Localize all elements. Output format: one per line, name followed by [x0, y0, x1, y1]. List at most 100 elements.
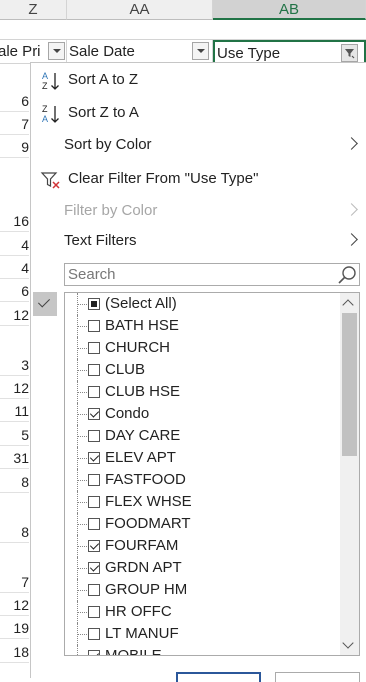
table-header-sale-price[interactable]: ale Pri — [0, 40, 67, 64]
list-item-label: MOBILE — [105, 647, 162, 656]
header-label-sale-date: Sale Date — [69, 43, 135, 60]
scrollbar-thumb[interactable] — [342, 313, 357, 456]
list-item-label: CHURCH — [105, 339, 170, 356]
list-item-label: GROUP HM — [105, 581, 188, 598]
list-item-label: FASTFOOD — [105, 471, 186, 488]
tree-connector — [77, 315, 88, 337]
column-header-z[interactable]: Z — [0, 0, 67, 20]
table-header-use-type[interactable]: Use Type — [213, 40, 366, 64]
checkbox[interactable] — [88, 408, 100, 420]
tree-connector — [77, 491, 88, 513]
list-item[interactable]: MOBILE — [65, 645, 335, 656]
checkbox[interactable] — [88, 650, 100, 655]
list-item[interactable]: (Select All) — [65, 293, 335, 315]
list-item[interactable]: HR OFFC — [65, 601, 335, 623]
checkbox[interactable] — [88, 430, 100, 442]
list-item[interactable]: Condo — [65, 403, 335, 425]
search-input[interactable]: Search — [68, 266, 116, 283]
list-item[interactable]: GROUP HM — [65, 579, 335, 601]
sheet-cell[interactable]: 4 — [0, 234, 29, 256]
scroll-up-icon[interactable] — [342, 299, 354, 311]
tree-connector — [77, 645, 88, 655]
list-item-label: LT MANUF — [105, 625, 179, 642]
list-item[interactable]: LT MANUF — [65, 623, 335, 645]
checkbox[interactable] — [88, 474, 100, 486]
text-filters-item[interactable]: Text Filters — [34, 225, 364, 257]
list-item[interactable]: FOURFAM — [65, 535, 335, 557]
sheet-cell[interactable]: 3 — [0, 354, 29, 376]
clear-filter-item[interactable]: Clear Filter From "Use Type" — [34, 163, 364, 195]
checkbox[interactable] — [88, 298, 100, 310]
sort-by-color-item[interactable]: Sort by Color — [34, 129, 364, 161]
sheet-cell[interactable]: 18 — [0, 641, 29, 663]
checkbox[interactable] — [88, 584, 100, 596]
filter-active-icon[interactable] — [341, 44, 358, 62]
tree-connector — [77, 359, 88, 381]
sheet-cell[interactable]: 12 — [0, 304, 29, 326]
svg-text:Z: Z — [42, 81, 48, 91]
list-item[interactable]: FOODMART — [65, 513, 335, 535]
sheet-cell[interactable]: 8 — [0, 521, 29, 543]
list-item[interactable]: FLEX WHSE — [65, 491, 335, 513]
chevron-right-icon — [345, 233, 358, 246]
search-box[interactable]: Search — [64, 263, 360, 286]
tree-connector — [77, 557, 88, 579]
sheet-cell[interactable]: 6 — [0, 90, 29, 112]
filter-dropdown-button[interactable] — [48, 42, 65, 60]
checkbox[interactable] — [88, 364, 100, 376]
clear-filter-label: Clear Filter From "Use Type" — [68, 170, 259, 187]
list-item-label: FOURFAM — [105, 537, 179, 554]
list-item-label: CLUB HSE — [105, 383, 181, 400]
sheet-cell[interactable]: 5 — [0, 424, 29, 446]
checkbox[interactable] — [88, 452, 100, 464]
list-item[interactable]: CLUB HSE — [65, 381, 335, 403]
checkbox[interactable] — [88, 628, 100, 640]
sheet-cell[interactable]: 19 — [0, 617, 29, 639]
sort-a-to-z-item[interactable]: A Z Sort A to Z — [34, 64, 364, 96]
list-item-label: ELEV APT — [105, 449, 176, 466]
sheet-cell[interactable]: 12 — [0, 377, 29, 399]
sheet-cell[interactable]: 12 — [0, 594, 29, 616]
list-item[interactable]: BATH HSE — [65, 315, 335, 337]
table-header-sale-date[interactable]: Sale Date — [67, 40, 213, 64]
checkbox[interactable] — [88, 562, 100, 574]
list-item[interactable]: DAY CARE — [65, 425, 335, 447]
sheet-cell[interactable]: 31 — [0, 447, 29, 469]
sheet-cell[interactable]: 9 — [0, 136, 29, 158]
chevron-right-icon — [345, 203, 358, 216]
checkbox[interactable] — [88, 606, 100, 618]
tree-connector — [77, 623, 88, 645]
list-item[interactable]: ELEV APT — [65, 447, 335, 469]
ok-button[interactable] — [176, 672, 261, 682]
sheet-cell[interactable]: 4 — [0, 257, 29, 279]
sheet-cell[interactable]: 7 — [0, 571, 29, 593]
list-item[interactable]: GRDN APT — [65, 557, 335, 579]
cancel-button[interactable] — [275, 672, 360, 682]
sort-descending-icon: Z A — [42, 104, 59, 124]
filter-dropdown-button[interactable] — [192, 42, 209, 60]
checkbox[interactable] — [88, 342, 100, 354]
column-header-ab[interactable]: AB — [213, 0, 366, 20]
text-filters-label: Text Filters — [64, 232, 137, 249]
search-icon[interactable] — [337, 265, 357, 285]
checkbox[interactable] — [88, 540, 100, 552]
checkbox[interactable] — [88, 320, 100, 332]
list-item[interactable]: CHURCH — [65, 337, 335, 359]
tree-connector — [77, 381, 88, 403]
column-header-aa[interactable]: AA — [67, 0, 213, 20]
scroll-down-icon[interactable] — [342, 637, 354, 649]
sheet-cell[interactable]: 16 — [0, 210, 29, 232]
list-item[interactable]: FASTFOOD — [65, 469, 335, 491]
sheet-cell[interactable]: 11 — [0, 400, 29, 422]
svg-text:Z: Z — [42, 104, 48, 114]
list-item[interactable]: CLUB — [65, 359, 335, 381]
sheet-cell[interactable]: 6 — [0, 280, 29, 302]
checkbox[interactable] — [88, 386, 100, 398]
sort-z-to-a-item[interactable]: Z A Sort Z to A — [34, 97, 364, 129]
sheet-cell[interactable]: 7 — [0, 113, 29, 135]
checkbox[interactable] — [88, 518, 100, 530]
list-item-label: CLUB — [105, 361, 146, 378]
list-item-label: GRDN APT — [105, 559, 182, 576]
checkbox[interactable] — [88, 496, 100, 508]
sheet-cell[interactable]: 8 — [0, 471, 29, 493]
